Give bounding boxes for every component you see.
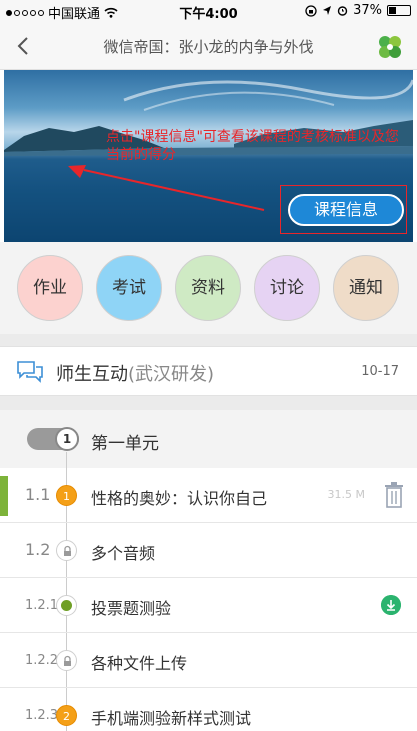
list-item[interactable]: 1.2.2 各种文件上传 xyxy=(0,633,417,688)
exam-button[interactable]: 考试 xyxy=(96,255,162,321)
unit-number-badge: 1 xyxy=(55,427,79,451)
item-title: 性格的奥妙：认识你自己 xyxy=(91,489,268,508)
teacher-student-interaction-row[interactable]: 师生互动(武汉研发) 10-17 xyxy=(0,346,417,396)
status-bar: 中国联通 下午4:00 37% xyxy=(0,0,417,22)
completed-dot-icon xyxy=(56,595,77,616)
interaction-date: 10-17 xyxy=(361,364,399,379)
status-right: 37% xyxy=(305,3,411,18)
item-title: 各种文件上传 xyxy=(91,654,188,673)
divider xyxy=(0,334,417,346)
lock-icon xyxy=(56,540,77,561)
item-number: 1.1 xyxy=(25,485,51,504)
homework-button[interactable]: 作业 xyxy=(17,255,83,321)
battery-percent: 37% xyxy=(353,3,382,18)
item-number: 1.2.2 xyxy=(25,653,59,668)
unit-header[interactable]: 1 第一单元 xyxy=(0,410,417,468)
item-number: 1.2.3 xyxy=(25,708,59,723)
battery-icon xyxy=(387,5,411,16)
list-item[interactable]: 1.1 1 性格的奥妙：认识你自己 31.5 M xyxy=(0,468,417,523)
chevron-left-icon[interactable] xyxy=(10,32,38,60)
clover-logo-icon[interactable] xyxy=(375,32,405,62)
item-title: 投票题测验 xyxy=(91,599,172,618)
item-number: 1.2.1 xyxy=(25,598,59,613)
trash-icon[interactable] xyxy=(383,482,405,508)
discussion-button[interactable]: 讨论 xyxy=(254,255,320,321)
location-icon xyxy=(323,6,332,15)
notice-button[interactable]: 通知 xyxy=(333,255,399,321)
item-number: 1.2 xyxy=(25,540,51,559)
interaction-title-main: 师生互动 xyxy=(56,364,128,385)
item-marker: 1 xyxy=(56,485,77,506)
materials-button[interactable]: 资料 xyxy=(175,255,241,321)
lock-glyph-icon xyxy=(64,655,71,666)
page-title: 微信帝国：张小龙的内争与外伐 xyxy=(103,38,314,56)
interaction-title: 师生互动(武汉研发) xyxy=(56,360,214,386)
annotation-text: 点击"课程信息"可查看该课程的考核标准以及您当前的得分 xyxy=(106,129,399,163)
download-icon[interactable] xyxy=(381,595,401,615)
unit-title: 第一单元 xyxy=(91,434,159,454)
alarm-icon xyxy=(337,6,348,16)
course-banner: 点击"课程信息"可查看该课程的考核标准以及您当前的得分 课程信息 xyxy=(4,70,413,242)
file-size: 31.5 M xyxy=(327,488,365,501)
course-info-button[interactable]: 课程信息 xyxy=(288,194,404,226)
feature-menu: 作业 考试 资料 讨论 通知 xyxy=(0,242,417,334)
list-item[interactable]: 1.2 多个音频 xyxy=(0,523,417,578)
lock-glyph-icon xyxy=(64,545,71,556)
navigation-bar: 微信帝国：张小龙的内争与外伐 xyxy=(0,22,417,70)
item-title: 手机端测验新样式测试 xyxy=(91,709,252,728)
list-item[interactable]: 1.2.3 2 手机端测验新样式测试 xyxy=(0,688,417,731)
divider xyxy=(0,396,417,410)
chat-bubbles-icon xyxy=(17,361,43,383)
item-title: 多个音频 xyxy=(91,544,156,563)
rotation-lock-icon xyxy=(305,4,317,17)
lock-icon xyxy=(56,650,77,671)
item-marker: 2 xyxy=(56,705,77,726)
list-item[interactable]: 1.2.1 投票题测验 xyxy=(0,578,417,633)
interaction-subtitle: (武汉研发) xyxy=(128,364,215,385)
